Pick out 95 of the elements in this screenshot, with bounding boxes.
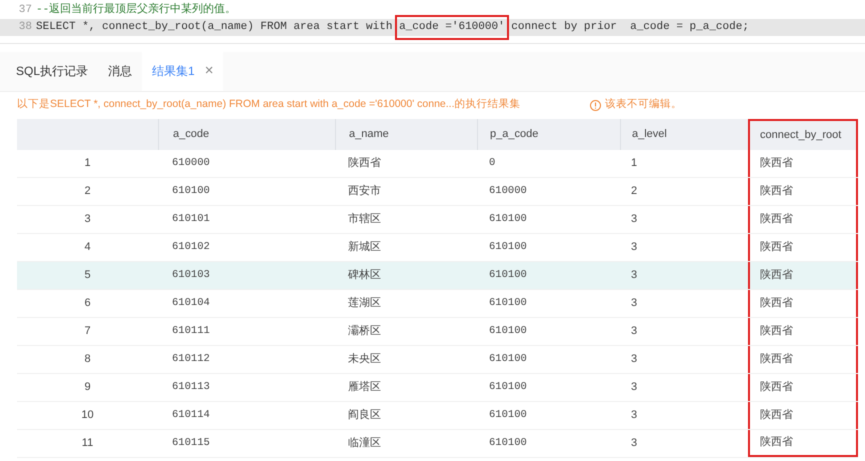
result-tab[interactable]: 消息	[98, 51, 142, 91]
table-cell-text: 3	[631, 240, 638, 256]
table-cell-text: 0	[489, 156, 496, 171]
table-cell-text: 陕西省	[760, 156, 793, 172]
table-cell-text: 西安市	[348, 184, 381, 200]
table-cell-text: 610100	[489, 436, 527, 451]
table-cell-text: 610100	[489, 240, 527, 255]
table-cell-text: 新城区	[348, 240, 381, 256]
row-number: 8	[84, 352, 91, 368]
table-cell-text: 陕西省	[760, 352, 793, 368]
table-cell-text: 610100	[172, 184, 210, 199]
table-cell-text: 610104	[172, 296, 210, 311]
table-cell-text: 610100	[489, 380, 527, 395]
table-cell-text: 3	[631, 380, 638, 396]
table-cell-text: 610100	[489, 324, 527, 339]
table-cell-text: 莲湖区	[348, 296, 381, 312]
table-cell-text: 1	[631, 156, 638, 172]
table-cell-text: 陕西省	[760, 268, 793, 284]
table-cell-text: 610100	[489, 408, 527, 423]
column-header[interactable]: p_a_code	[490, 126, 538, 143]
table-cell-text: 陕西省	[760, 435, 793, 450]
table-cell-text: 陕西省	[760, 296, 793, 312]
table-row[interactable]: 11 610115 临潼区 610100 3 陕西省	[17, 430, 858, 458]
code-text: connect by prior a_code = p_a_code;	[510, 20, 749, 36]
table-cell-text: 3	[631, 268, 638, 284]
row-number: 11	[82, 436, 94, 452]
table-cell-text: 610100	[489, 296, 527, 311]
table-row[interactable]: 6 610104 莲湖区 610100 3 陕西省	[17, 290, 858, 318]
column-header[interactable]: a_name	[349, 126, 389, 143]
table-cell-text: 3	[631, 408, 638, 424]
table-cell-text: 610000	[489, 184, 527, 199]
table-row[interactable]: 5 610103 碑林区 610100 3 陕西省	[17, 262, 858, 290]
table-cell-text: 3	[631, 324, 638, 340]
table-cell-text: 610112	[172, 352, 210, 367]
code-text: SELECT *, connect_by_root(a_name) FROM area start with	[36, 20, 394, 36]
table-cell-text: 陕西省	[348, 156, 381, 172]
line-number: 37	[18, 3, 33, 18]
table-cell-text: 未央区	[348, 352, 381, 368]
table-cell-text: 610114	[172, 408, 210, 423]
info-icon	[590, 100, 601, 110]
table-cell-text: 2	[631, 184, 638, 200]
row-number: 3	[84, 212, 91, 228]
table-row[interactable]: 2 610100 西安市 610000 2 陕西省	[17, 178, 858, 206]
table-row[interactable]: 10 610114 阎良区 610100 3 陕西省	[17, 402, 858, 430]
table-cell-text: 陕西省	[760, 408, 793, 424]
table-row[interactable]: 9 610113 雁塔区 610100 3 陕西省	[17, 374, 858, 402]
result-tab[interactable]: 结果集1 ×	[142, 51, 224, 91]
column-header[interactable]: connect_by_root	[760, 127, 842, 144]
table-cell-text: 陕西省	[760, 380, 793, 396]
table-row[interactable]: 7 610111 灞桥区 610100 3 陕西省	[17, 318, 858, 346]
row-number: 1	[84, 156, 91, 172]
table-cell-text: 灞桥区	[348, 324, 381, 340]
table-cell-text: 610100	[489, 212, 527, 227]
table-row[interactable]: 3 610101 市辖区 610100 3 陕西省	[17, 206, 858, 234]
table-cell-text: 市辖区	[348, 212, 381, 228]
table-cell-text: 610100	[489, 352, 527, 367]
table-cell-text: 3	[631, 352, 638, 368]
table-cell-text: 临潼区	[348, 436, 381, 452]
row-number: 5	[84, 268, 91, 284]
table-cell-text: 雁塔区	[348, 380, 381, 396]
code-comment: --返回当前行最顶层父亲行中某列的值。	[36, 2, 236, 18]
read-only-notice: 该表不可编辑。	[605, 97, 682, 112]
table-row[interactable]: 1 610000 陕西省 0 1 陕西省	[17, 150, 858, 178]
line-number: 38	[18, 20, 33, 36]
row-number: 9	[84, 380, 91, 396]
table-cell-text: 3	[631, 436, 638, 452]
table-cell-text: 610101	[172, 212, 210, 227]
table-cell-text: 阎良区	[348, 408, 381, 424]
table-cell-text: 610100	[489, 268, 527, 283]
table-cell-text: 碑林区	[348, 268, 381, 284]
table-cell-text: 610102	[172, 240, 210, 255]
row-number: 7	[84, 324, 91, 340]
table-cell-text: 610113	[172, 380, 210, 395]
table-cell-text: 陕西省	[760, 184, 793, 200]
close-icon[interactable]: ×	[204, 60, 214, 82]
table-cell-text: 610000	[172, 156, 210, 171]
table-cell-text: 610103	[172, 268, 210, 283]
table-cell-text: 陕西省	[760, 324, 793, 340]
table-row[interactable]: 4 610102 新城区 610100 3 陕西省	[17, 234, 858, 262]
result-message: 以下是SELECT *, connect_by_root(a_name) FROM area start with a_code ='610000' conne...的执行结果集	[17, 97, 522, 112]
table-cell-text: 陕西省	[760, 240, 793, 256]
table-cell-text: 陕西省	[760, 212, 793, 228]
column-header[interactable]: a_level	[632, 126, 667, 143]
result-tab[interactable]: SQL执行记录	[6, 51, 98, 91]
code-editor[interactable]: 37 --返回当前行最顶层父亲行中某列的值。 38 SELECT *, connect_by_root(a_name) FROM area start with a_code ='610000' connect by prior a_code = p_a_code;	[0, 0, 865, 44]
table-cell-text: 610115	[172, 436, 210, 451]
row-number: 2	[84, 184, 91, 200]
row-number: 10	[81, 408, 94, 424]
column-header[interactable]: a_code	[173, 126, 210, 143]
row-number: 4	[84, 240, 91, 256]
row-number: 6	[84, 296, 91, 312]
table-row[interactable]: 8 610112 未央区 610100 3 陕西省	[17, 346, 858, 374]
table-cell-text: 3	[631, 296, 638, 312]
table-cell-text: 610111	[172, 324, 210, 339]
table-cell-text: 3	[631, 212, 638, 228]
